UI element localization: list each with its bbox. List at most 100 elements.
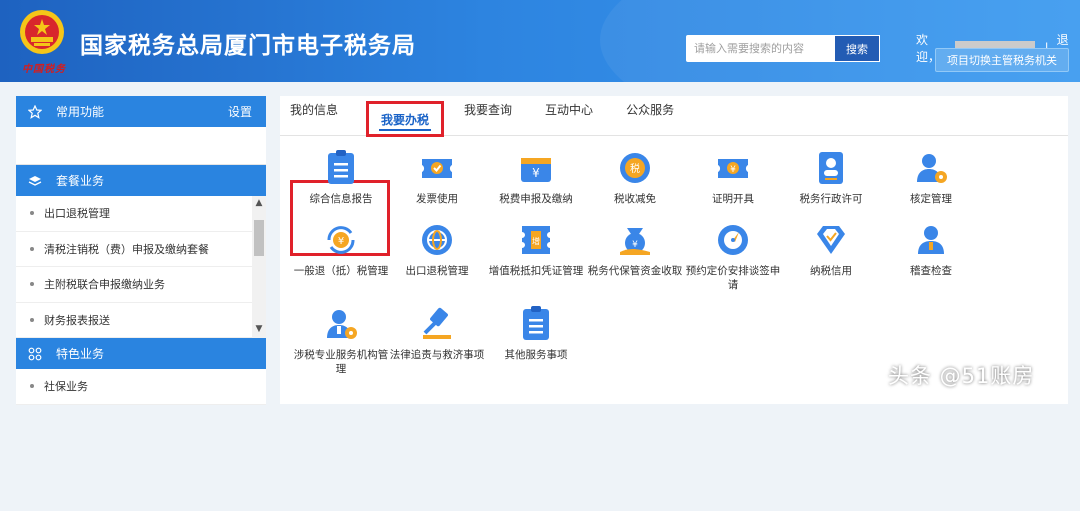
package-business-list: 出口退税管理 清税注销税（费）申报及缴纳套餐 主附税联合申报缴纳业务 财务报表报… xyxy=(16,196,266,338)
service-label: 发票使用 xyxy=(416,193,458,205)
service-label: 出口退税管理 xyxy=(405,265,469,277)
service-tax-credit[interactable]: 纳税信用 xyxy=(782,222,880,278)
service-label: 纳税信用 xyxy=(810,265,852,277)
bullet-icon xyxy=(30,246,34,251)
service-label: 增值税抵扣凭证管理 xyxy=(488,265,584,277)
pricing-arrangement-icon xyxy=(718,225,748,255)
bullet-icon xyxy=(30,282,34,287)
tab-interaction[interactable]: 互动中心 xyxy=(545,95,593,135)
scrollbar-thumb[interactable] xyxy=(254,220,264,256)
switch-tax-authority-button[interactable]: 项目切换主管税务机关 xyxy=(935,48,1069,72)
special-business-header[interactable]: 特色业务 xyxy=(16,338,266,369)
tab-query[interactable]: 我要查询 xyxy=(464,95,512,135)
bullet-icon xyxy=(30,317,34,322)
assessment-icon xyxy=(917,154,947,183)
svg-text:增: 增 xyxy=(532,236,540,246)
main-panel: 我的信息 我要办税 我要查询 互动中心 公众服务 综合信息报告 发票使用 ¥ 税… xyxy=(280,96,1068,404)
list-item-label: 财务报表报送 xyxy=(44,313,110,327)
tax-reduction-icon: 税 xyxy=(620,153,650,183)
search-button[interactable]: 搜索 xyxy=(834,35,880,62)
watermark-text: 头条 @51账房 xyxy=(888,364,1035,388)
scroll-up-icon[interactable]: ▲ xyxy=(252,196,266,210)
service-label: 税费申报及缴纳 xyxy=(499,193,573,205)
common-functions-empty-area xyxy=(16,127,266,165)
service-other[interactable]: 其他服务事项 xyxy=(487,306,585,362)
service-pricing-arrangement[interactable]: 预约定价安排谈签申请 xyxy=(684,222,782,292)
vat-voucher-icon: 增 xyxy=(522,226,550,254)
grid-icon xyxy=(28,347,42,361)
common-functions-title: 常用功能 xyxy=(56,105,105,119)
list-item-label: 主附税联合申报缴纳业务 xyxy=(44,278,165,292)
service-assessment[interactable]: 核定管理 xyxy=(882,150,980,206)
list-item[interactable]: 清税注销税（费）申报及缴纳套餐 xyxy=(16,232,266,267)
other-services-icon xyxy=(523,306,549,340)
service-label: 综合信息报告 xyxy=(309,193,373,205)
logo-script-text: 中国税务 xyxy=(22,64,66,75)
service-label: 法律追责与救济事项 xyxy=(389,349,485,361)
search-input[interactable] xyxy=(686,35,834,62)
tab-my-info[interactable]: 我的信息 xyxy=(290,95,338,135)
service-admin-permit[interactable]: 税务行政许可 xyxy=(782,150,880,206)
list-item-label: 清税注销税（费）申报及缴纳套餐 xyxy=(44,242,209,256)
tax-refund-icon: ¥ xyxy=(327,226,355,254)
service-label: 核定管理 xyxy=(910,193,952,205)
national-tax-emblem-icon xyxy=(20,10,64,54)
special-business-list: 社保业务 xyxy=(16,369,266,511)
service-label: 稽查检查 xyxy=(910,265,952,277)
service-legal-relief[interactable]: 法律追责与救济事项 xyxy=(388,306,486,362)
layers-icon xyxy=(28,174,42,188)
list-item[interactable]: 主附税联合申报缴纳业务 xyxy=(16,267,266,303)
service-tax-reduction[interactable]: 税 税收减免 xyxy=(586,150,684,206)
report-icon xyxy=(328,150,354,184)
user-welcome: 欢迎， | 退出 xyxy=(916,31,1080,65)
svg-text:¥: ¥ xyxy=(532,166,540,180)
legal-gavel-icon xyxy=(423,307,451,339)
service-vat-voucher[interactable]: 增 增值税抵扣凭证管理 xyxy=(487,222,585,278)
tax-credit-icon xyxy=(817,226,845,254)
service-label: 证明开具 xyxy=(712,193,754,205)
header-banner: 中国税务 国家税务总局厦门市电子税务局 搜索 欢迎， | 退出 项目切换主管税务… xyxy=(0,0,1080,82)
package-business-header[interactable]: 套餐业务 xyxy=(16,165,266,196)
tab-tax-handling[interactable]: 我要办税 xyxy=(366,101,445,137)
masked-username xyxy=(954,41,1035,55)
sidebar: 常用功能 设置 套餐业务 出口退税管理 清税注销税（费）申报及缴纳套餐 主附税联… xyxy=(16,96,266,405)
package-business-title: 套餐业务 xyxy=(56,174,105,188)
list-item[interactable]: 财务报表报送 xyxy=(16,303,266,338)
inspection-icon xyxy=(918,226,944,254)
bullet-icon xyxy=(30,384,34,389)
divider: | xyxy=(1044,41,1049,55)
settings-link[interactable]: 设置 xyxy=(228,103,252,120)
service-label: 其他服务事项 xyxy=(504,349,568,361)
service-comprehensive-report[interactable]: 综合信息报告 xyxy=(292,150,390,206)
scrollbar[interactable]: ▲ ▼ xyxy=(252,196,266,338)
tab-public-services[interactable]: 公众服务 xyxy=(626,95,674,135)
service-inspection[interactable]: 稽查检查 xyxy=(882,222,980,278)
service-tax-payment[interactable]: ¥ 税费申报及缴纳 xyxy=(487,150,585,206)
service-custody-fund[interactable]: ¥ 税务代保管资金收取 xyxy=(586,222,684,278)
scroll-down-icon[interactable]: ▼ xyxy=(252,322,266,336)
service-label: 一般退（抵）税管理 xyxy=(293,265,389,277)
service-tax-refund[interactable]: ¥ 一般退（抵）税管理 xyxy=(292,222,390,278)
service-certificate[interactable]: ¥ 证明开具 xyxy=(684,150,782,206)
list-item[interactable]: 社保业务 xyxy=(16,369,266,405)
service-label: 税收减免 xyxy=(614,193,656,205)
service-invoice[interactable]: 发票使用 xyxy=(388,150,486,206)
special-business-title: 特色业务 xyxy=(56,347,105,361)
svg-text:¥: ¥ xyxy=(338,236,344,247)
tax-payment-icon: ¥ xyxy=(521,158,551,182)
svg-text:¥: ¥ xyxy=(730,165,736,175)
export-refund-icon xyxy=(422,225,452,255)
service-label: 税务代保管资金收取 xyxy=(587,265,683,277)
list-item[interactable]: 出口退税管理 xyxy=(16,196,266,232)
logout-link[interactable]: 退出 xyxy=(1057,31,1080,65)
svg-text:¥: ¥ xyxy=(632,240,638,250)
common-functions-header[interactable]: 常用功能 设置 xyxy=(16,96,266,127)
service-agency-management[interactable]: 涉税专业服务机构管理 xyxy=(292,306,390,376)
service-export-refund[interactable]: 出口退税管理 xyxy=(388,222,486,278)
bullet-icon xyxy=(30,211,34,216)
list-item-label: 出口退税管理 xyxy=(44,207,110,221)
certificate-icon: ¥ xyxy=(718,159,748,178)
tab-bar: 我的信息 我要办税 我要查询 互动中心 公众服务 xyxy=(280,95,1068,137)
admin-permit-icon xyxy=(819,152,843,184)
star-icon xyxy=(28,104,42,119)
